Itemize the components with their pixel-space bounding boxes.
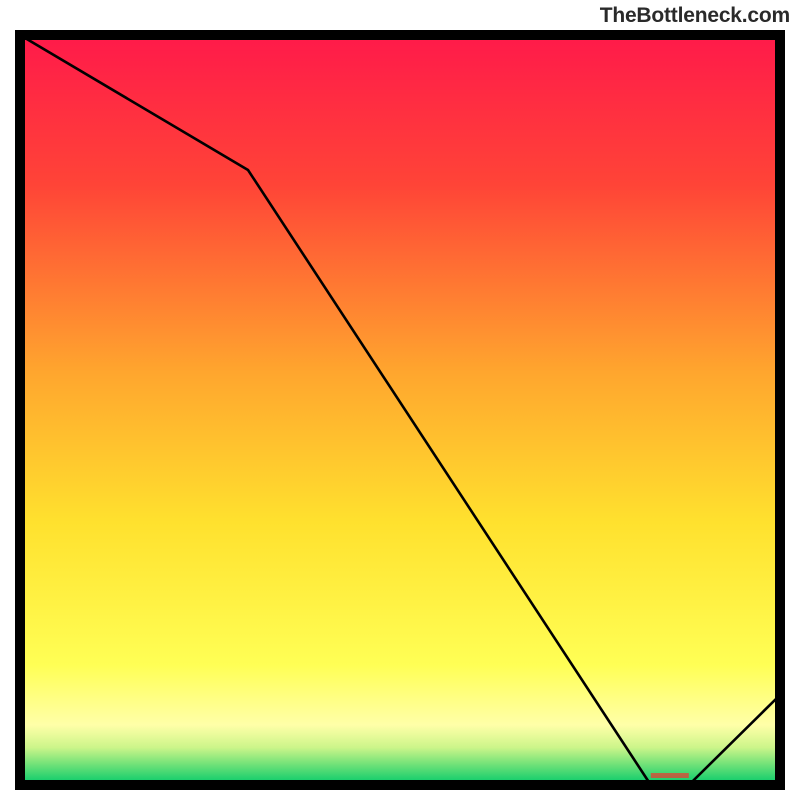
optimal-zone-marker <box>651 773 689 778</box>
bottleneck-chart <box>0 0 800 800</box>
plot-background <box>20 35 780 785</box>
